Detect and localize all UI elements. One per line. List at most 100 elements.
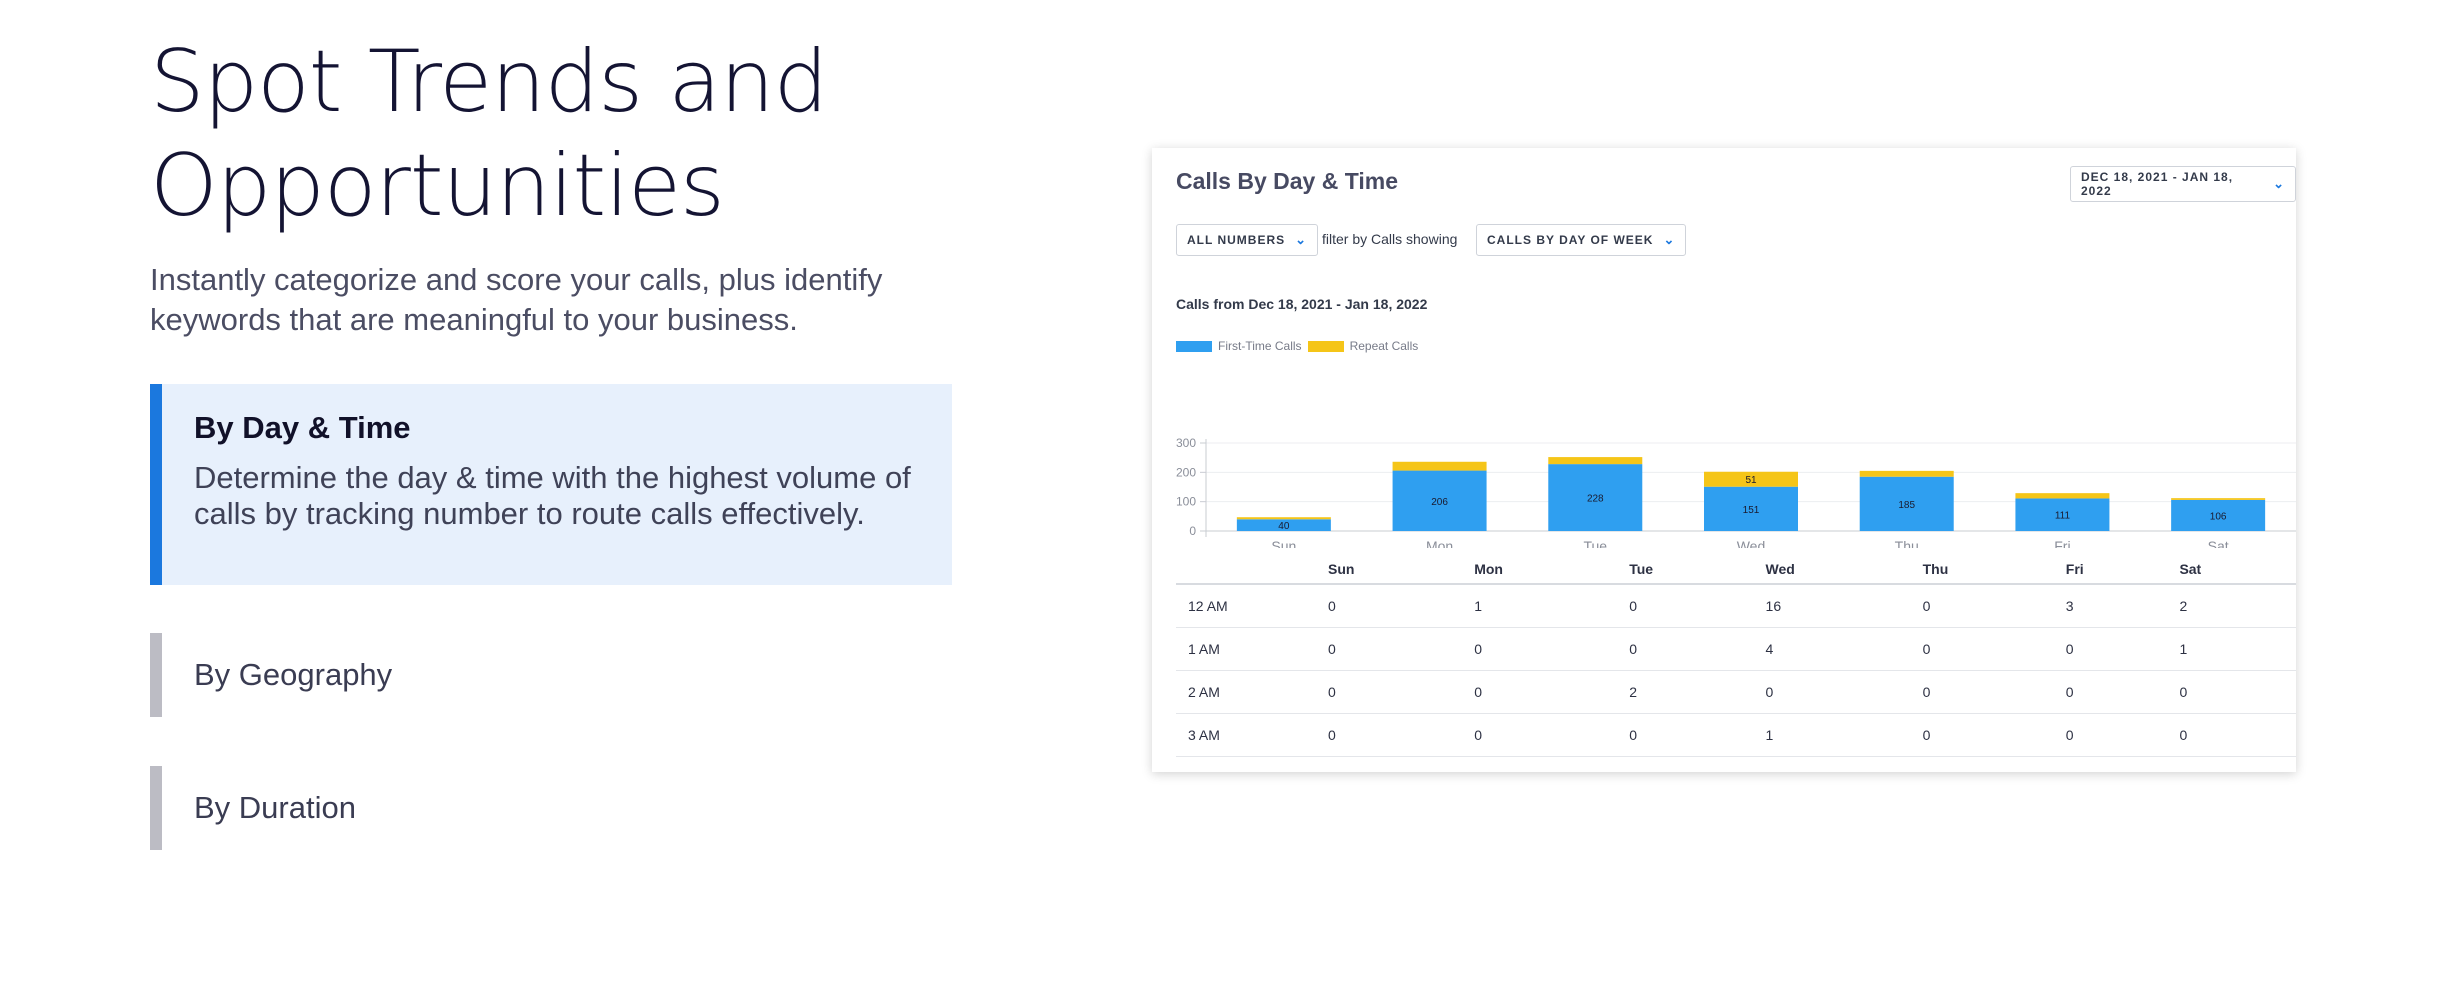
table-cell: 0 xyxy=(1753,670,1911,714)
tab-label: By Duration xyxy=(194,790,356,825)
x-tick-label: Sun xyxy=(1271,538,1296,548)
x-tick-label: Sat xyxy=(2208,538,2229,548)
bar-label-repeat: 51 xyxy=(1745,475,1757,486)
table-cell: 0 xyxy=(2053,670,2168,714)
legend-label-repeat: Repeat Calls xyxy=(1349,339,1419,353)
table-cell: 0 xyxy=(1462,713,1618,757)
table-row: 1 AM 0 0 0 4 0 0 1 xyxy=(1176,627,2296,671)
table-row: 2 AM 0 0 2 0 0 0 0 xyxy=(1176,670,2296,714)
table-cell: 0 xyxy=(1910,584,2054,628)
table-cell: 1 xyxy=(1753,713,1911,757)
table-header: Sat xyxy=(2167,554,2296,585)
legend-swatch-repeat xyxy=(1307,340,1344,352)
page-title: Spot Trends and Opportunities xyxy=(150,30,970,238)
y-tick-label: 100 xyxy=(1176,495,1196,509)
view-filter-dropdown[interactable]: CALLS BY DAY OF WEEK ⌄ xyxy=(1476,224,1687,256)
bar-repeat xyxy=(1548,457,1643,465)
legend-swatch-first-time xyxy=(1176,340,1212,352)
table-cell: 0 xyxy=(1910,713,2054,757)
page-title-line-2: Opportunities xyxy=(150,136,725,236)
bar-label-first-time: 40 xyxy=(1278,521,1290,532)
tab-by-day-time[interactable]: By Day & Time Determine the day & time w… xyxy=(150,384,952,585)
tab-description: Determine the day & time with the highes… xyxy=(194,460,911,531)
table-cell: 0 xyxy=(1462,627,1618,671)
bar-label-first-time: 228 xyxy=(1587,494,1604,505)
numbers-filter-dropdown[interactable]: ALL NUMBERS ⌄ xyxy=(1176,224,1319,256)
table-cell: 0 xyxy=(2053,713,2168,757)
tab-active-indicator xyxy=(150,384,162,585)
bar-label-first-time: 151 xyxy=(1743,505,1760,516)
table-cell: 0 xyxy=(2167,670,2296,714)
x-tick-label: Mon xyxy=(1426,538,1453,548)
x-tick-label: Wed xyxy=(1737,538,1766,548)
table-cell: 1 xyxy=(2167,627,2296,671)
page-title-line-1: Spot Trends and xyxy=(150,32,828,132)
table-header: Mon xyxy=(1462,554,1618,585)
tab-indicator xyxy=(150,766,162,850)
bar-repeat xyxy=(1392,461,1487,471)
bar-repeat xyxy=(1859,470,1954,477)
tab-label: By Geography xyxy=(194,657,393,692)
table-cell: 1 xyxy=(1462,584,1618,628)
table-cell: 3 xyxy=(2053,584,2168,628)
table-cell: 0 xyxy=(1462,670,1618,714)
legend-repeat[interactable]: Repeat Calls xyxy=(1307,339,1419,353)
bar-repeat xyxy=(2015,493,2110,499)
table-cell: 0 xyxy=(1617,584,1754,628)
date-range-label: DEC 18, 2021 - JAN 18, 2022 xyxy=(2081,170,2234,198)
table-cell: 0 xyxy=(1617,627,1754,671)
bar-label-first-time: 106 xyxy=(2210,511,2227,522)
bar-label-first-time: 206 xyxy=(1431,497,1448,508)
x-tick-label: Thu xyxy=(1895,538,1919,548)
table-cell: 2 xyxy=(1617,670,1754,714)
table-cell: 2 xyxy=(2167,584,2296,628)
table-cell: 0 xyxy=(2053,627,2168,671)
chevron-down-icon: ⌄ xyxy=(1663,232,1676,247)
x-tick-label: Tue xyxy=(1583,538,1607,548)
table-cell: 0 xyxy=(1316,670,1463,714)
table-cell: 16 xyxy=(1753,584,1911,628)
table-header: Thu xyxy=(1910,554,2054,585)
tab-label: By Day & Time xyxy=(194,410,411,445)
x-tick-label: Fri xyxy=(2054,538,2070,548)
tab-by-geography[interactable]: By Geography xyxy=(150,633,952,717)
bar-label-first-time: 185 xyxy=(1898,500,1915,511)
table-header: Fri xyxy=(2053,554,2168,585)
table-row: 3 AM 0 0 0 1 0 0 0 xyxy=(1176,713,2296,757)
table-header: Sun xyxy=(1316,554,1463,585)
table-cell: 0 xyxy=(1910,627,2054,671)
table-row-hour: 12 AM xyxy=(1176,584,1316,628)
date-range-dropdown[interactable]: DEC 18, 2021 - JAN 18, 2022 ⌄ xyxy=(2070,166,2296,202)
table-cell: 0 xyxy=(1316,584,1463,628)
y-tick-label: 300 xyxy=(1176,436,1196,450)
table-cell: 0 xyxy=(1910,670,2054,714)
stacked-bar-chart: 0 100 200 300 40 Sun 206 Mon 228 Tue 151 51 Wed 185 Th… xyxy=(1176,436,2296,548)
filter-text: filter by Calls showing xyxy=(1322,231,1458,247)
chevron-down-icon: ⌄ xyxy=(2273,176,2285,191)
view-filter-label: CALLS BY DAY OF WEEK xyxy=(1487,233,1654,247)
legend-label-first-time: First-Time Calls xyxy=(1218,339,1302,353)
table-cell: 0 xyxy=(1316,713,1463,757)
numbers-filter-label: ALL NUMBERS xyxy=(1187,233,1286,247)
table-header xyxy=(1176,554,1316,585)
chevron-down-icon: ⌄ xyxy=(1295,232,1308,247)
table-row-hour: 2 AM xyxy=(1176,670,1316,714)
bar-repeat xyxy=(1236,517,1331,520)
tab-by-duration[interactable]: By Duration xyxy=(150,766,952,850)
hero-section: Spot Trends and Opportunities Instantly … xyxy=(150,30,970,340)
calls-table: Sun Mon Tue Wed Thu Fri Sat 12 AM 0 1 0 16 0 3… xyxy=(1176,554,2296,757)
calls-from-heading: Calls from Dec 18, 2021 - Jan 18, 2022 xyxy=(1176,296,1428,312)
table-cell: 4 xyxy=(1753,627,1911,671)
tab-indicator xyxy=(150,633,162,717)
table-cell: 0 xyxy=(1316,627,1463,671)
table-row-hour: 1 AM xyxy=(1176,627,1316,671)
table-row: 12 AM 0 1 0 16 0 3 2 xyxy=(1176,584,2296,628)
legend-first-time[interactable]: First-Time Calls xyxy=(1176,339,1302,353)
table-header-row: Sun Mon Tue Wed Thu Fri Sat xyxy=(1176,554,2296,585)
y-tick-label: 200 xyxy=(1176,465,1196,479)
chart-legend: First-Time Calls Repeat Calls xyxy=(1176,339,1424,353)
table-cell: 0 xyxy=(2167,713,2296,757)
table-cell: 0 xyxy=(1617,713,1754,757)
y-tick-label: 0 xyxy=(1189,524,1196,538)
card-title: Calls By Day & Time xyxy=(1176,168,1399,194)
